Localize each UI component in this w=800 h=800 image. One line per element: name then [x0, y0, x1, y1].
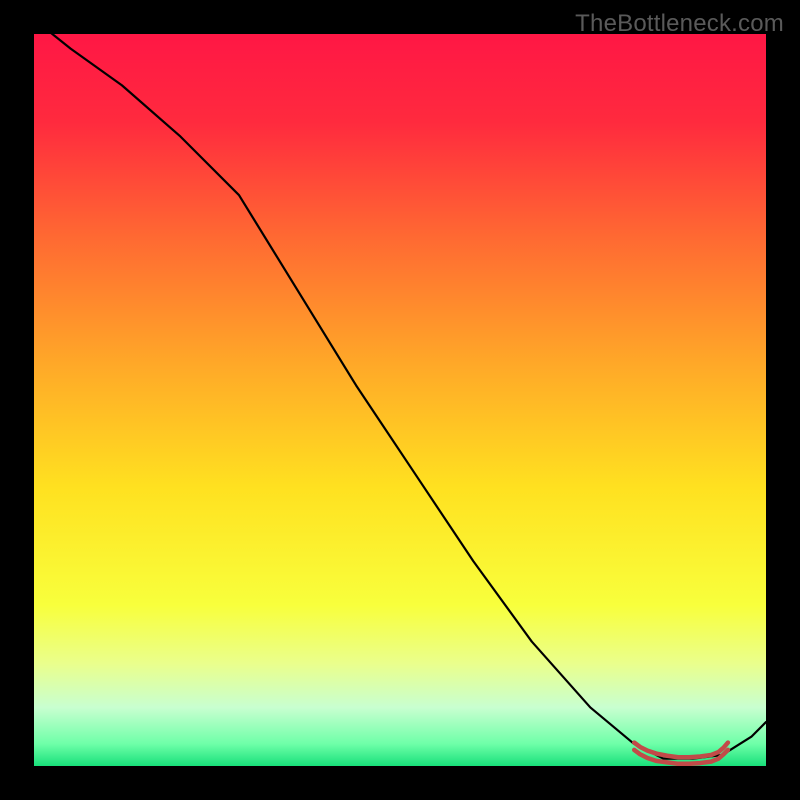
chart-area — [34, 34, 766, 766]
chart-background — [34, 34, 766, 766]
chart-svg — [34, 34, 766, 766]
